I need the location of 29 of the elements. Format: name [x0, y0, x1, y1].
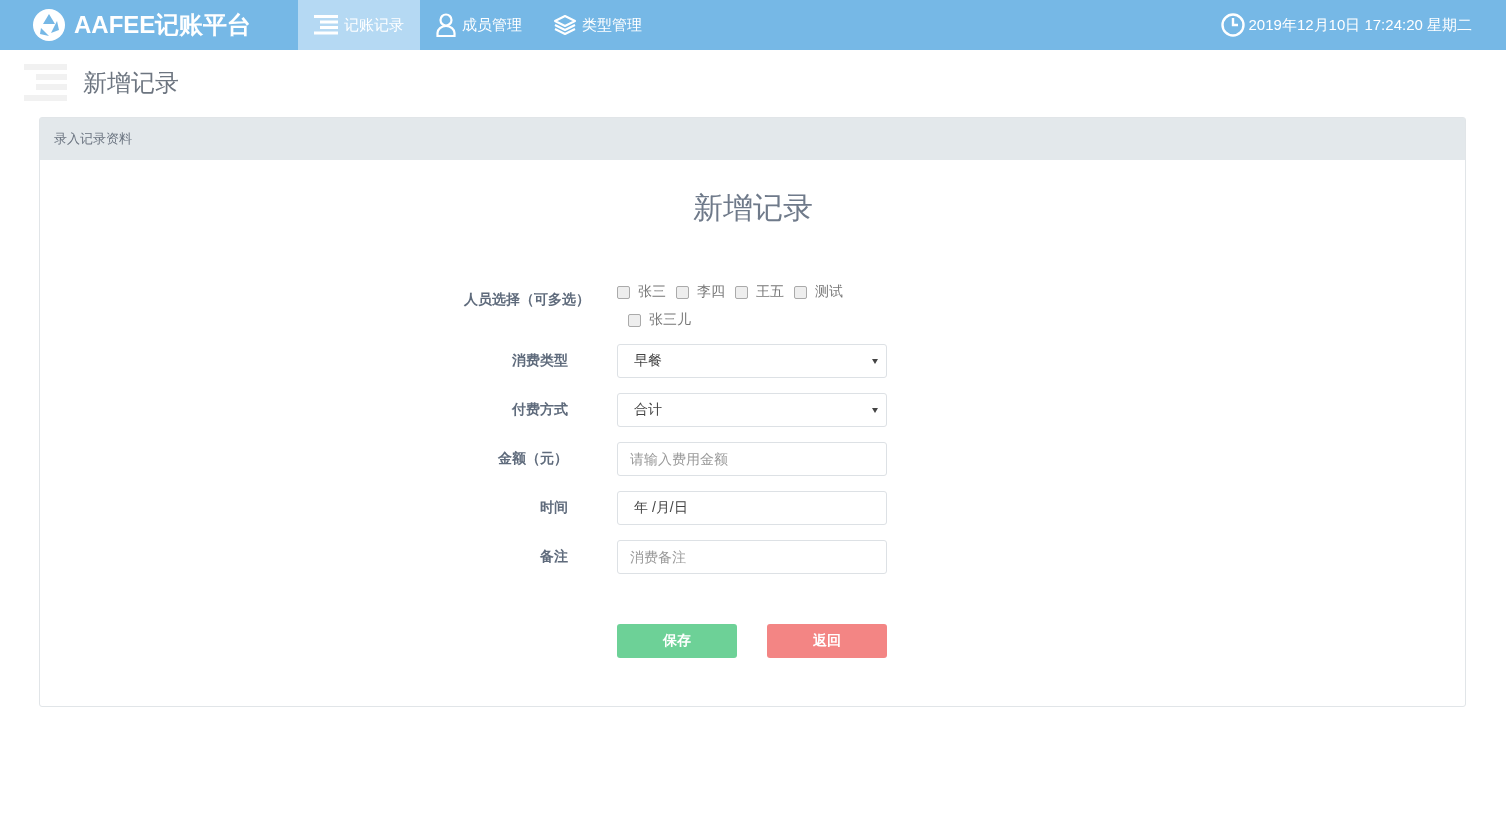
input-field[interactable]: 请输入费用金额	[617, 442, 887, 476]
input-field[interactable]: 消费备注	[617, 540, 887, 574]
panel-header: 录入记录资料	[40, 118, 1465, 160]
date-field[interactable]: 年 /月/日	[617, 491, 887, 525]
field-label: 消费类型	[511, 352, 568, 370]
brand-name: AAFEE记账平台	[74, 10, 252, 40]
logo-icon	[32, 8, 66, 42]
field-label: 金额（元）	[497, 450, 568, 468]
caret-icon	[872, 407, 878, 413]
clock-icon	[1220, 13, 1245, 37]
checkbox-option[interactable]: 李四	[676, 283, 725, 301]
checkbox-option[interactable]: 测试	[794, 283, 843, 301]
select-field[interactable]: 合计	[617, 393, 887, 427]
list-icon	[314, 15, 338, 35]
clock-text: 2019年12月10日 17:24:20 星期二	[1248, 15, 1472, 35]
checkbox-option[interactable]: 张三	[617, 283, 666, 301]
page-title: 新增记录	[83, 67, 179, 98]
form-title: 新增记录	[691, 190, 814, 226]
field-label: 人员选择（可多选）	[463, 291, 590, 309]
checkbox-option[interactable]: 张三儿	[628, 311, 691, 329]
layers-icon	[554, 15, 576, 35]
checkbox-option[interactable]: 王五	[735, 283, 784, 301]
caret-icon	[872, 358, 878, 364]
field-label: 付费方式	[511, 401, 568, 419]
back-button[interactable]: 返回	[767, 624, 887, 658]
select-field[interactable]: 早餐	[617, 344, 887, 378]
field-label: 备注	[539, 548, 568, 566]
field-label: 时间	[539, 499, 568, 517]
user-icon	[436, 13, 456, 37]
